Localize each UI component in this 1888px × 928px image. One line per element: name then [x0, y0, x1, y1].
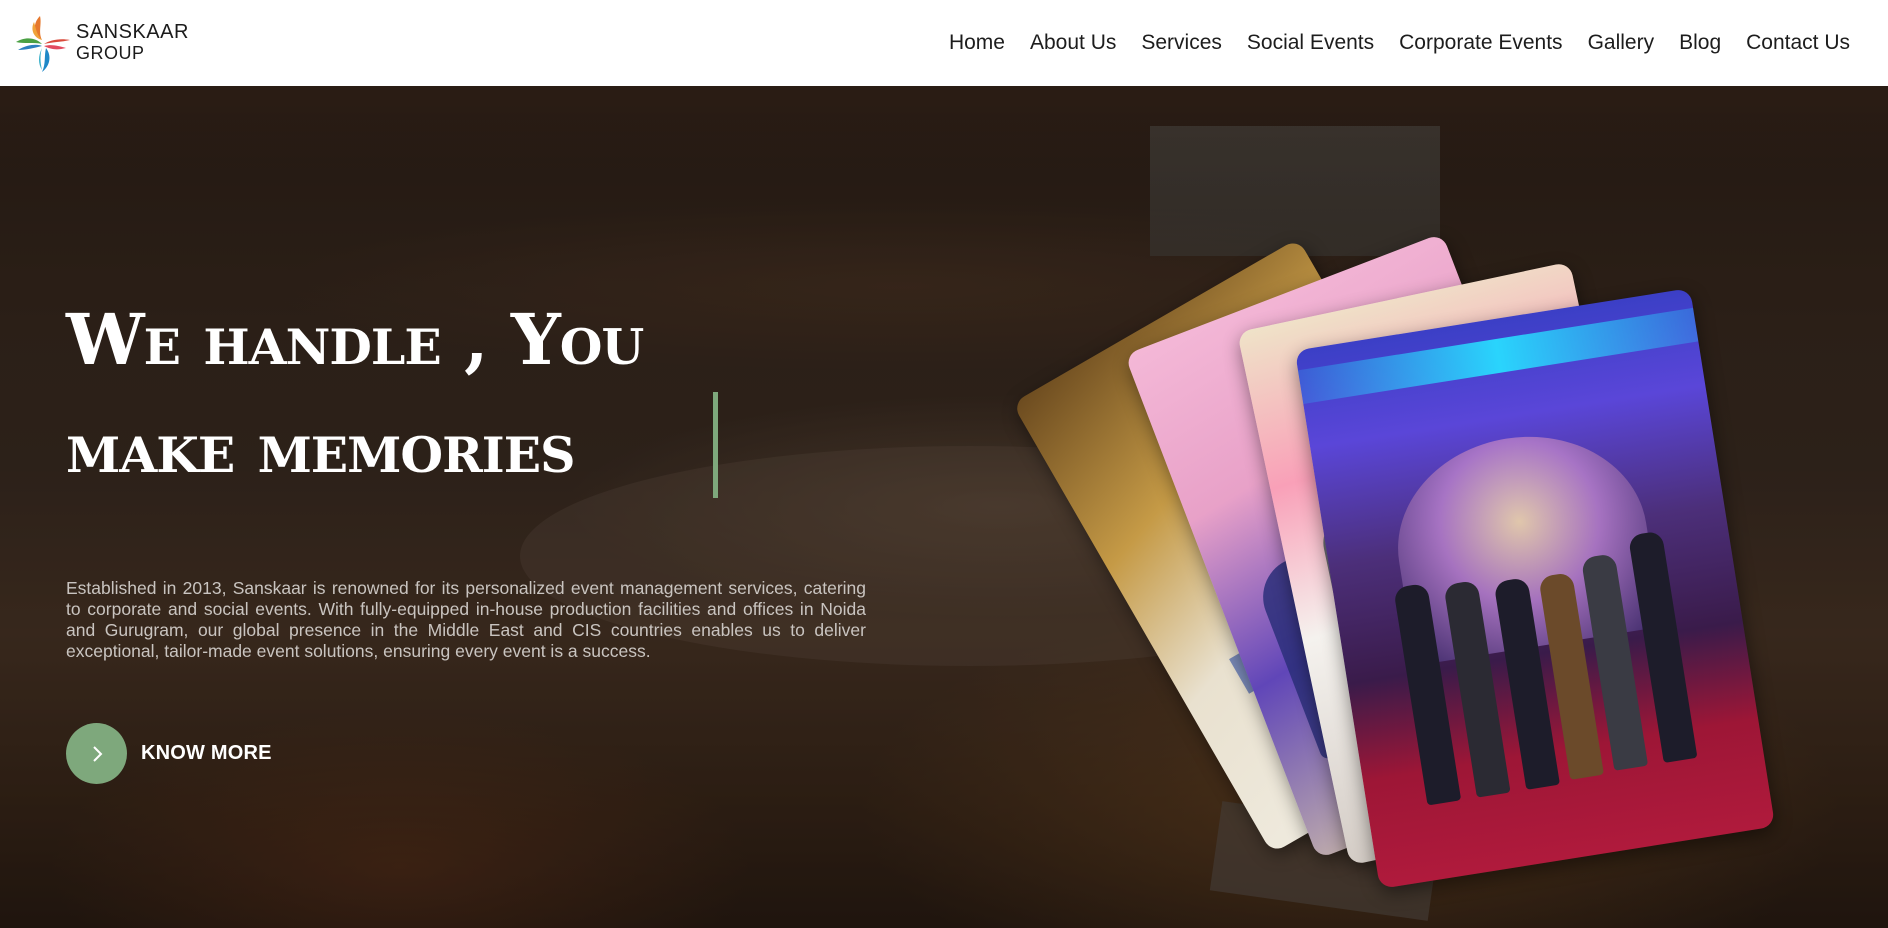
brand-logo[interactable]: SANSKAAR GROUP	[12, 10, 189, 76]
brand-name-line2: GROUP	[76, 43, 145, 63]
nav-home[interactable]: Home	[936, 31, 1017, 55]
hero-headline-line1: We handle , You	[66, 298, 644, 381]
hero-headline: We handle , You make memories	[66, 286, 786, 502]
typing-caret	[713, 392, 718, 498]
nav-about-us[interactable]: About Us	[1017, 31, 1128, 55]
nav-gallery[interactable]: Gallery	[1575, 31, 1667, 55]
know-more-label[interactable]: KNOW MORE	[141, 742, 272, 765]
nav-social-events[interactable]: Social Events	[1234, 31, 1386, 55]
gallery-card-photo-4	[1294, 288, 1776, 889]
hero-section: We handle , You make memories Establishe…	[0, 86, 1888, 928]
main-nav: Home About Us Services Social Events Cor…	[936, 31, 1850, 55]
brand-name-line1: SANSKAAR	[76, 21, 189, 43]
nav-contact-us[interactable]: Contact Us	[1734, 31, 1850, 55]
sanskaar-logo-icon	[16, 16, 70, 72]
hero-headline-line2: make memories	[66, 406, 575, 489]
hero-description: Established in 2013, Sanskaar is renowne…	[66, 578, 866, 661]
brand-name: SANSKAAR GROUP	[76, 22, 189, 64]
know-more-circle[interactable]	[66, 723, 127, 784]
know-more-button[interactable]: KNOW MORE	[66, 723, 272, 784]
nav-services[interactable]: Services	[1129, 31, 1235, 55]
nav-corporate-events[interactable]: Corporate Events	[1387, 31, 1575, 55]
nav-blog[interactable]: Blog	[1667, 31, 1734, 55]
site-header: SANSKAAR GROUP Home About Us Services So…	[0, 0, 1888, 86]
chevron-right-icon	[92, 745, 102, 762]
